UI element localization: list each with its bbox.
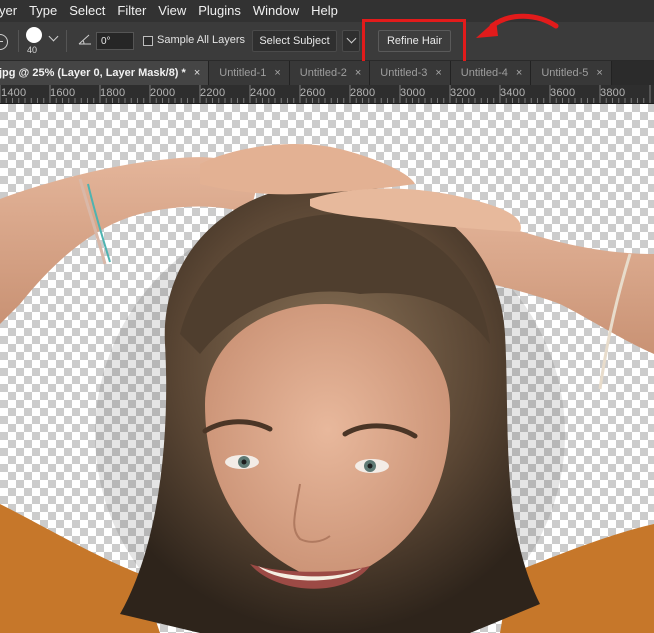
chevron-down-icon[interactable]: [48, 31, 59, 42]
ruler-label: 3400: [500, 87, 526, 99]
brush-size-value: 40: [27, 45, 38, 55]
brush-preview-icon[interactable]: [26, 27, 42, 43]
tab-untitled-1[interactable]: Untitled-1 ×: [209, 61, 290, 85]
ruler-label: 3600: [550, 87, 576, 99]
ruler-label: 1400: [1, 87, 27, 99]
ruler-label: 1800: [100, 87, 126, 99]
close-icon[interactable]: ×: [516, 67, 522, 79]
sample-all-layers-label: Sample All Layers: [157, 34, 246, 46]
tab-active-document[interactable]: jpg @ 25% (Layer 0, Layer Mask/8) * ×: [0, 61, 210, 85]
close-icon[interactable]: ×: [596, 67, 602, 79]
ruler-label: 2000: [150, 87, 176, 99]
tab-label: Untitled-4: [460, 67, 508, 79]
ruler-label: 1600: [50, 87, 76, 99]
ruler-label: 2400: [250, 87, 276, 99]
menu-layer[interactable]: yer: [0, 0, 23, 22]
angle-icon: [78, 34, 91, 45]
tab-label: Untitled-2: [299, 67, 347, 79]
tab-untitled-5[interactable]: Untitled-5 ×: [531, 61, 612, 85]
tab-untitled-4[interactable]: Untitled-4 ×: [450, 61, 532, 85]
chevron-down-icon: [346, 33, 357, 44]
refine-hair-button[interactable]: Refine Hair: [378, 30, 451, 52]
menu-help[interactable]: Help: [305, 0, 344, 22]
sample-all-layers-checkbox[interactable]: [143, 36, 153, 46]
close-icon[interactable]: ×: [274, 67, 280, 79]
close-icon[interactable]: ×: [435, 67, 441, 79]
document-tab-bar: jpg @ 25% (Layer 0, Layer Mask/8) * × Unt…: [0, 61, 654, 85]
menu-type[interactable]: Type: [23, 0, 63, 22]
ruler-label: 2600: [300, 87, 326, 99]
ruler-label: 3200: [450, 87, 476, 99]
ruler-label: 2200: [200, 87, 226, 99]
close-icon[interactable]: ×: [194, 67, 200, 79]
close-icon[interactable]: ×: [355, 67, 361, 79]
circle-brush-tool-icon[interactable]: [0, 34, 8, 50]
menu-select[interactable]: Select: [63, 0, 111, 22]
ruler-label: 3800: [600, 87, 626, 99]
tab-label: Untitled-5: [541, 67, 589, 79]
divider: [18, 30, 19, 52]
tab-label: jpg @ 25% (Layer 0, Layer Mask/8) *: [0, 67, 186, 79]
tab-untitled-2[interactable]: Untitled-2 ×: [289, 61, 371, 85]
document-canvas[interactable]: [0, 104, 654, 633]
menu-bar: yer Type Select Filter View Plugins Wind…: [0, 0, 654, 22]
subject-photo: [0, 144, 654, 633]
horizontal-ruler[interactable]: 1400 1600 1800 2000 2200 2400 2600 2800 …: [0, 85, 654, 104]
ruler-label: 2800: [350, 87, 376, 99]
tab-label: Untitled-1: [219, 67, 267, 79]
tab-label: Untitled-3: [380, 67, 428, 79]
tab-untitled-3[interactable]: Untitled-3 ×: [370, 61, 451, 85]
options-bar: 40 Sample All Layers Select Subject Refi…: [0, 22, 654, 61]
menu-window[interactable]: Window: [247, 0, 305, 22]
angle-input[interactable]: [96, 32, 134, 50]
menu-filter[interactable]: Filter: [111, 0, 152, 22]
select-subject-button[interactable]: Select Subject: [252, 30, 337, 52]
menu-view[interactable]: View: [152, 0, 192, 22]
ruler-label: 3000: [400, 87, 426, 99]
select-subject-dropdown[interactable]: [342, 30, 360, 52]
divider: [66, 30, 67, 52]
menu-plugins[interactable]: Plugins: [192, 0, 247, 22]
